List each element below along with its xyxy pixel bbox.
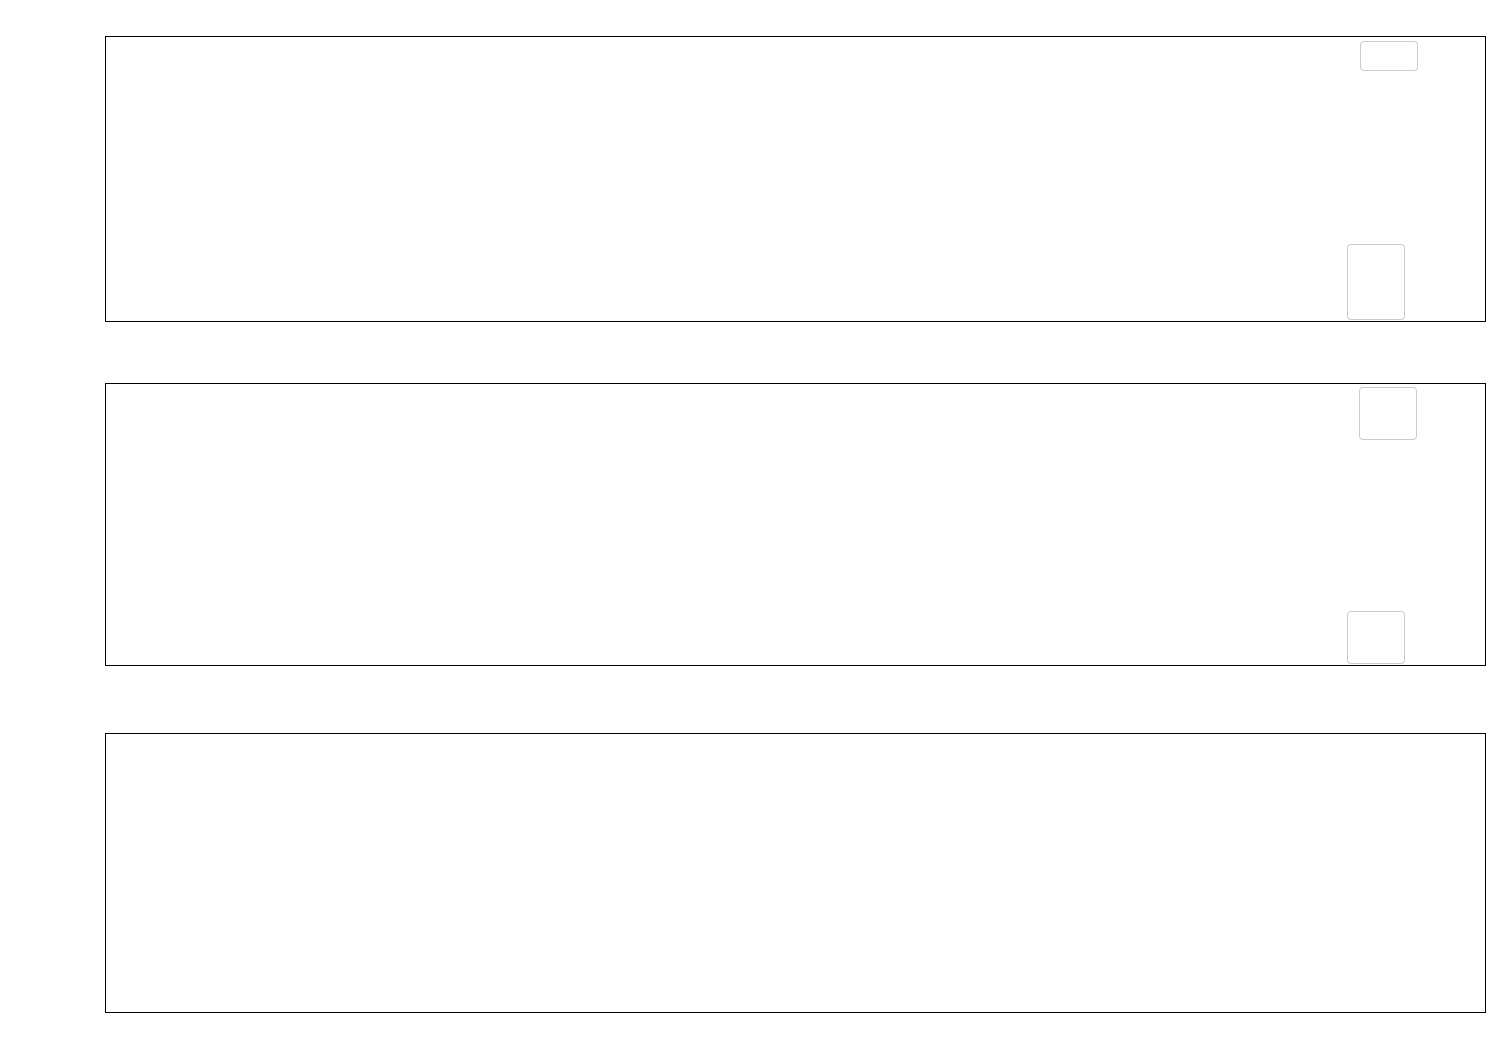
- ok-dot-swatch: [1358, 303, 1383, 308]
- plot3-canvas: [106, 734, 1485, 1012]
- mag-agasc-line-swatch: [1371, 55, 1396, 57]
- figure: [0, 0, 1500, 1050]
- not-ok-dot-swatch: [1358, 257, 1383, 262]
- legend-entry-highlighted: [1358, 273, 1394, 291]
- plot2-canvas: [106, 384, 1485, 665]
- plot1-axes: [105, 36, 1486, 322]
- legend-entry-highlighted2: [1358, 617, 1394, 635]
- legend-entry-ok: [1358, 296, 1394, 314]
- mag-line-swatch: [1370, 424, 1395, 426]
- highlighted-dot-swatch: [1358, 280, 1383, 285]
- legend-entry-mag-obsid: [1370, 393, 1406, 411]
- plot1-legend-points: [1347, 244, 1405, 320]
- plot2-legend-lines: [1359, 387, 1417, 440]
- plot3-axes: [105, 733, 1486, 1013]
- legend-entry-mag: [1370, 416, 1406, 434]
- plot2-legend-points: [1347, 611, 1405, 664]
- plot1-legend-mag-agasc: [1360, 41, 1418, 71]
- legend-entry-ok2: [1358, 640, 1394, 658]
- ok2-dot-swatch: [1358, 647, 1383, 652]
- plot2-axes: [105, 383, 1486, 666]
- mag-obsid-line-swatch: [1370, 401, 1395, 404]
- highlighted2-dot-swatch: [1358, 624, 1383, 629]
- legend-entry-mag-agasc: [1371, 47, 1407, 65]
- plot1-canvas: [106, 37, 1485, 321]
- legend-entry-not-ok: [1358, 250, 1394, 268]
